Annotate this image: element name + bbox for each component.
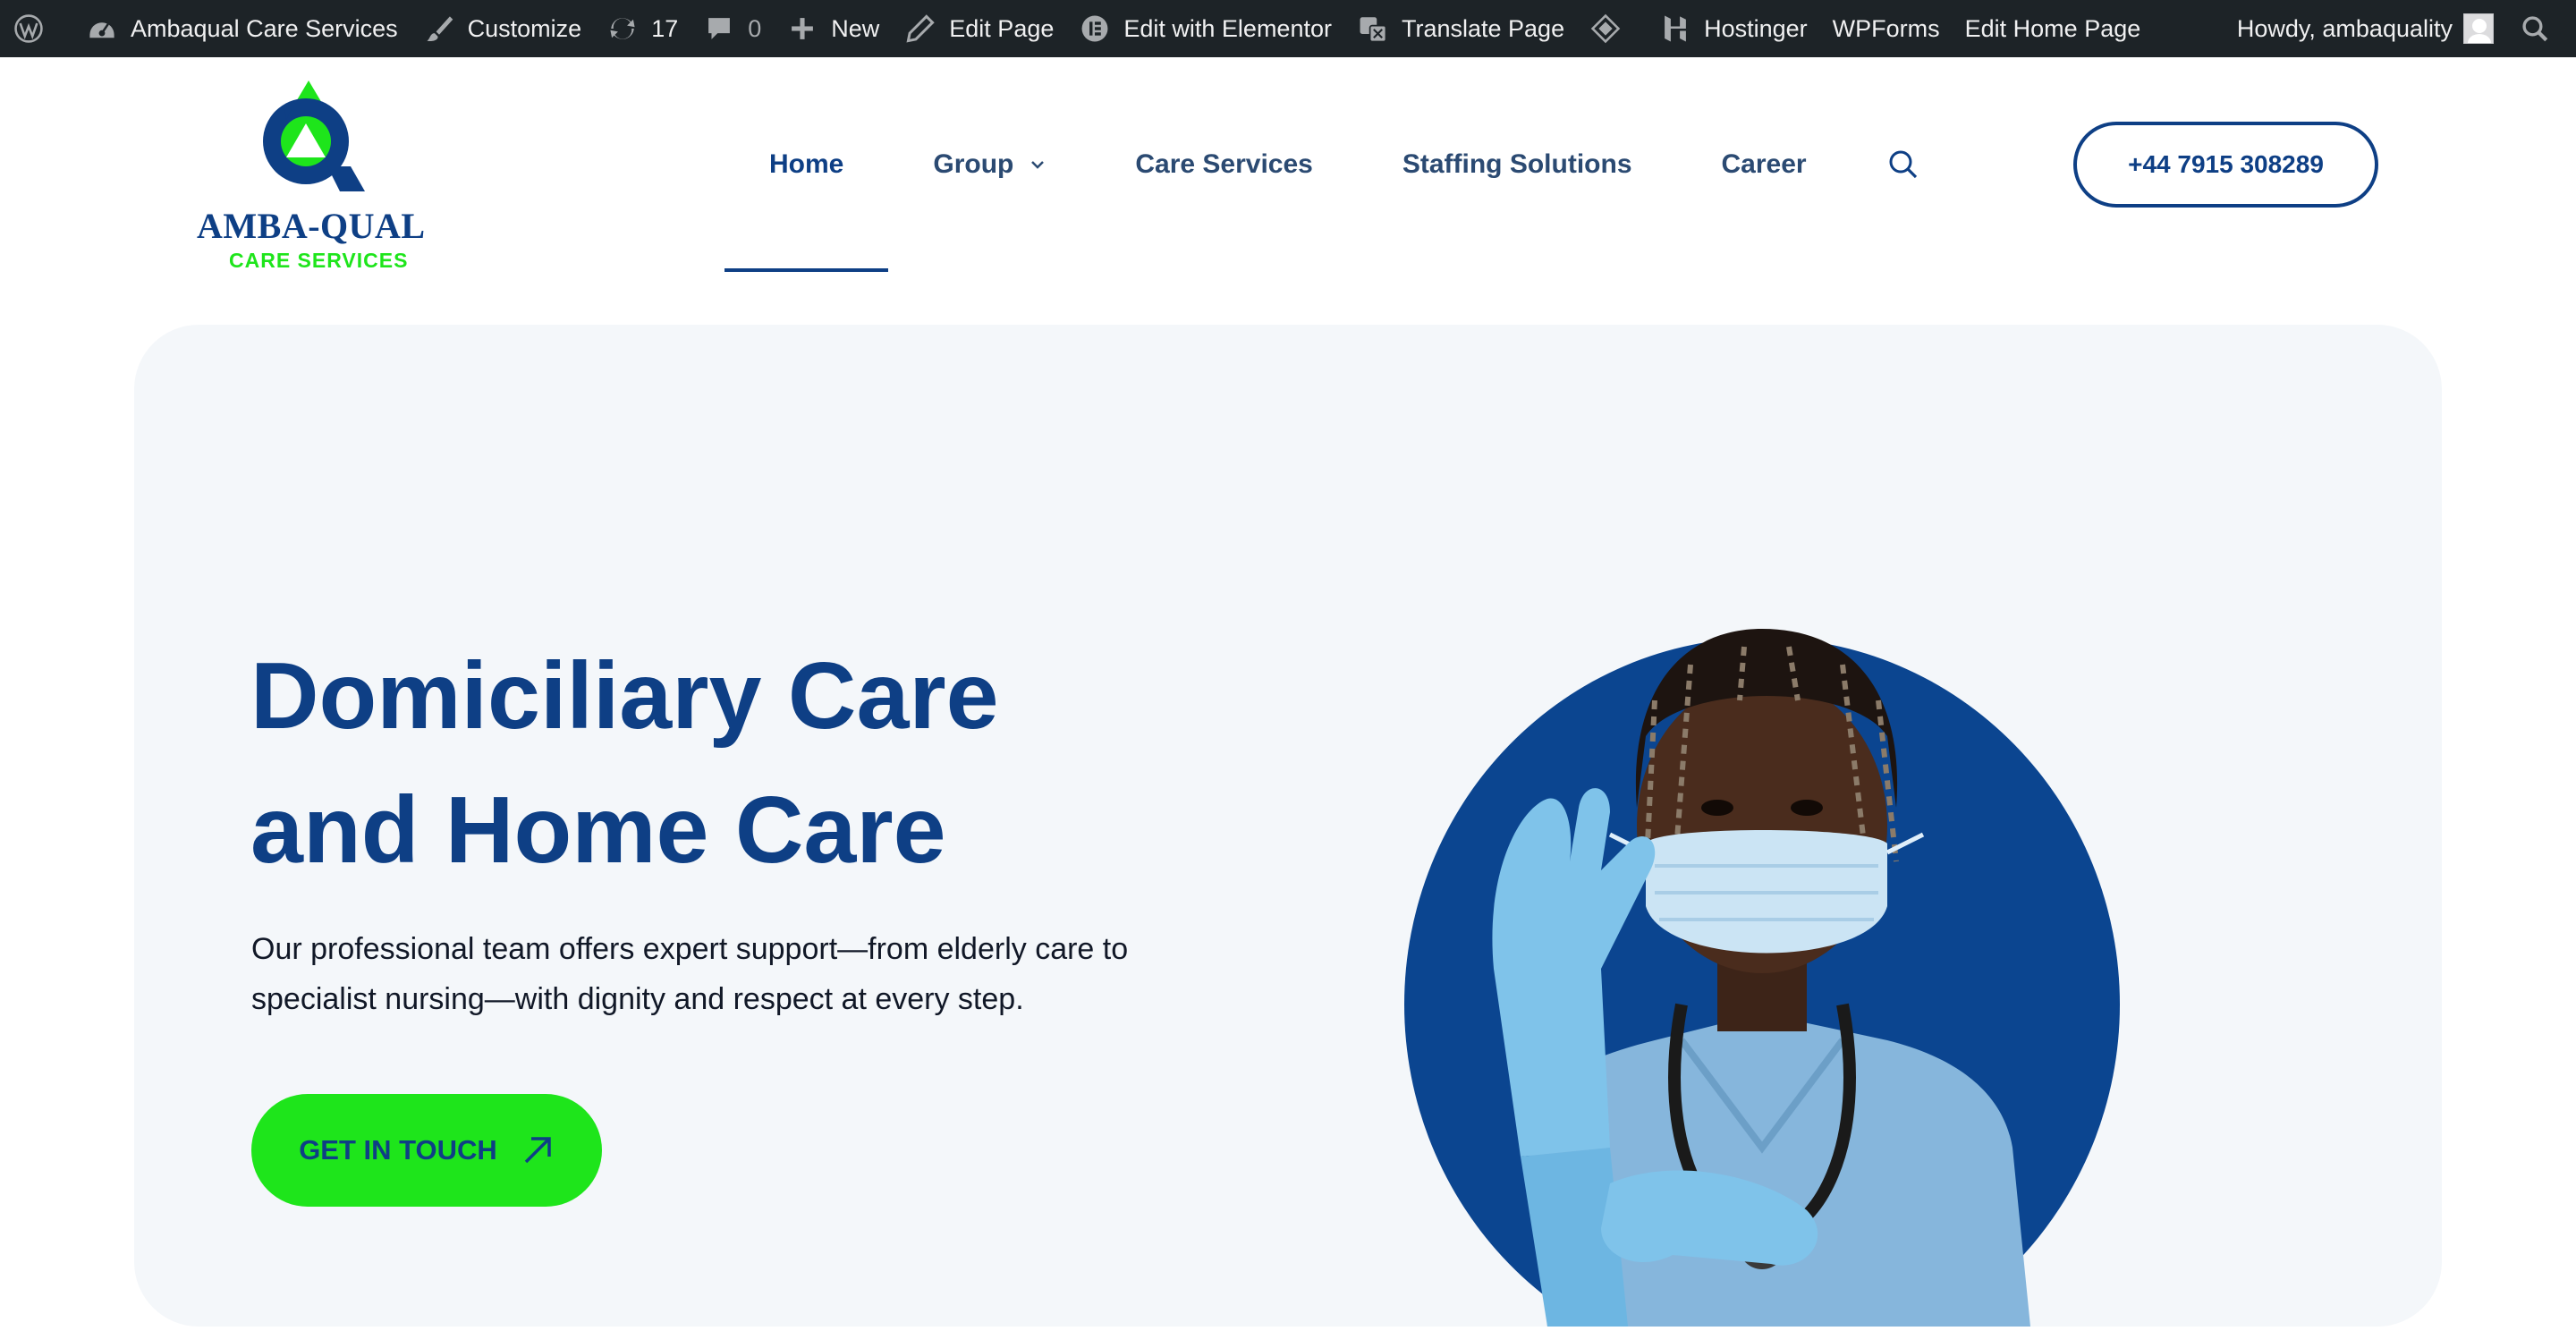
updates-count: 17 bbox=[651, 14, 679, 42]
nav-search-button[interactable] bbox=[1885, 147, 1921, 182]
edit-home-page-link[interactable]: Edit Home Page bbox=[1953, 0, 2154, 57]
cta-label: GET IN TOUCH bbox=[299, 1134, 497, 1166]
hero-title: Domiciliary Care and Home Care bbox=[250, 629, 1324, 897]
phone-button[interactable]: +44 7915 308289 bbox=[2073, 122, 2378, 208]
main-navigation: Home Group Care Services Staffing Soluti… bbox=[724, 57, 1921, 272]
nav-item-group[interactable]: Group bbox=[888, 57, 1090, 272]
nav-label: Group bbox=[933, 149, 1014, 179]
hero-title-line: and Home Care bbox=[250, 777, 946, 883]
edit-page-link[interactable]: Edit Page bbox=[892, 0, 1066, 57]
get-in-touch-button[interactable]: GET IN TOUCH bbox=[251, 1094, 602, 1207]
admin-bar-secondary: Howdy, ambaquality bbox=[2224, 0, 2576, 57]
chevron-down-icon bbox=[1030, 157, 1046, 173]
updates-link[interactable]: 17 bbox=[594, 0, 691, 57]
wordpress-icon bbox=[13, 13, 45, 45]
admin-search-button[interactable] bbox=[2506, 0, 2576, 57]
logo-subtitle: CARE SERVICES bbox=[229, 249, 409, 272]
new-content-menu[interactable]: New bbox=[774, 0, 892, 57]
edit-with-elementor-link[interactable]: Edit with Elementor bbox=[1066, 0, 1344, 57]
elementor-icon bbox=[1079, 13, 1111, 45]
plus-icon bbox=[786, 13, 818, 45]
edit-home-label: Edit Home Page bbox=[1964, 14, 2141, 42]
hero-section: Domiciliary Care and Home Care Our profe… bbox=[134, 325, 2442, 1331]
search-icon bbox=[1889, 150, 1917, 179]
hostinger-menu[interactable]: Hostinger bbox=[1647, 0, 1820, 57]
nav-label: Career bbox=[1721, 149, 1807, 179]
nav-item-career[interactable]: Career bbox=[1677, 57, 1852, 272]
logo-title: AMBA-QUAL bbox=[197, 206, 426, 246]
customize-link[interactable]: Customize bbox=[411, 0, 595, 57]
updates-refresh-icon bbox=[606, 13, 639, 45]
nav-item-care-services[interactable]: Care Services bbox=[1090, 57, 1358, 272]
avatar bbox=[2463, 13, 2494, 44]
diamond-plugin-button[interactable] bbox=[1577, 0, 1647, 57]
hero-text-line: Our professional team offers expert supp… bbox=[251, 932, 1129, 966]
hero-title-line: Domiciliary Care bbox=[250, 643, 999, 749]
user-account-menu[interactable]: Howdy, ambaquality bbox=[2224, 0, 2506, 57]
hero-description: Our professional team offers expert supp… bbox=[251, 924, 1235, 1024]
pencil-icon bbox=[904, 13, 936, 45]
nav-label: Care Services bbox=[1135, 149, 1313, 179]
translate-page-link[interactable]: Translate Page bbox=[1344, 0, 1577, 57]
paintbrush-icon bbox=[423, 13, 455, 45]
nav-label: Home bbox=[769, 149, 844, 179]
edit-elementor-label: Edit with Elementor bbox=[1123, 14, 1332, 42]
edit-page-label: Edit Page bbox=[949, 14, 1055, 42]
nav-item-staffing-solutions[interactable]: Staffing Solutions bbox=[1358, 57, 1677, 272]
site-name-label: Ambaqual Care Services bbox=[131, 14, 398, 42]
nurse-illustration bbox=[1404, 629, 2120, 1331]
hero-image bbox=[1386, 468, 2191, 1331]
site-logo[interactable]: AMBA-QUAL CARE SERVICES bbox=[191, 75, 426, 308]
logo-mark-icon bbox=[263, 81, 365, 191]
hostinger-label: Hostinger bbox=[1704, 14, 1808, 42]
site-header: AMBA-QUAL CARE SERVICES Home Group Care … bbox=[0, 57, 2576, 326]
wordpress-logo-button[interactable] bbox=[0, 0, 73, 57]
nav-item-home[interactable]: Home bbox=[724, 57, 889, 272]
translate-label: Translate Page bbox=[1401, 14, 1565, 42]
dashboard-gauge-icon bbox=[86, 13, 118, 45]
howdy-label: Howdy, ambaquality bbox=[2236, 14, 2453, 42]
customize-label: Customize bbox=[467, 14, 582, 42]
wpforms-label: WPForms bbox=[1832, 14, 1940, 42]
search-icon bbox=[2519, 13, 2551, 45]
comment-bubble-icon bbox=[703, 13, 735, 45]
comments-link[interactable]: 0 bbox=[691, 0, 774, 57]
nav-label: Staffing Solutions bbox=[1402, 149, 1632, 179]
translate-icon bbox=[1357, 13, 1389, 45]
comments-count: 0 bbox=[748, 14, 762, 42]
wp-admin-bar: Ambaqual Care Services Customize 17 0 Ne… bbox=[0, 0, 2576, 57]
arrow-up-right-icon bbox=[521, 1133, 555, 1167]
wpforms-menu[interactable]: WPForms bbox=[1820, 0, 1953, 57]
new-label: New bbox=[831, 14, 880, 42]
hero-text-line: specialist nursing—with dignity and resp… bbox=[251, 982, 1024, 1016]
hostinger-icon bbox=[1659, 13, 1691, 45]
diamond-icon bbox=[1589, 13, 1622, 45]
site-name-menu[interactable]: Ambaqual Care Services bbox=[73, 0, 411, 57]
